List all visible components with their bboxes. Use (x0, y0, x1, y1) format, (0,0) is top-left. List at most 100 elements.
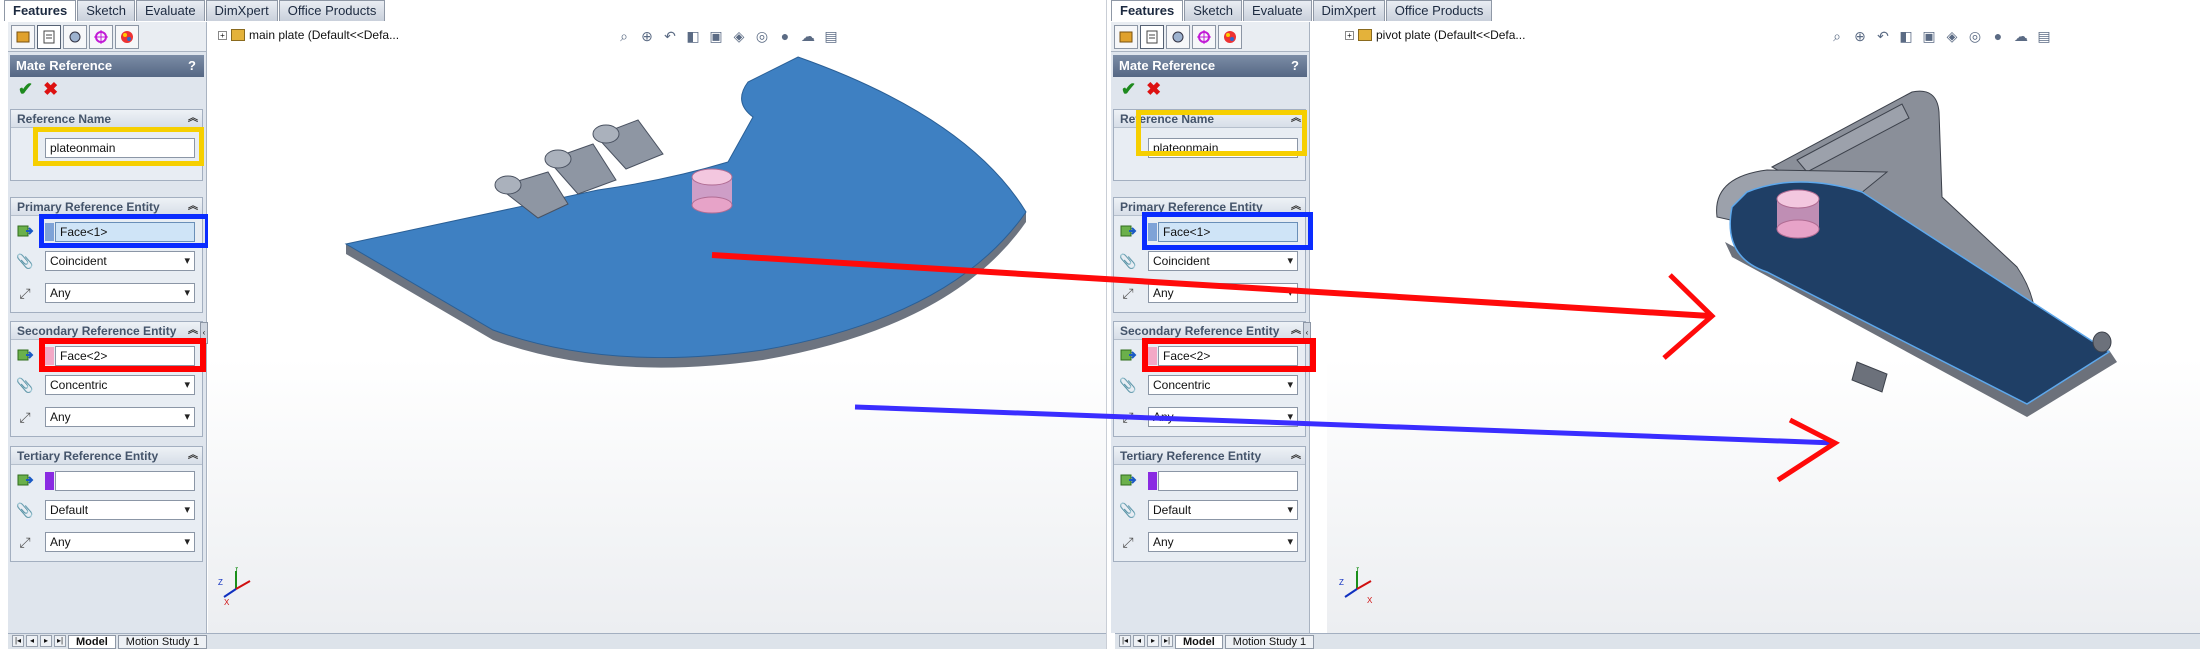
collapse-chevron-icon[interactable]: ︽ (188, 322, 198, 340)
group-header[interactable]: Reference Name ︽ (1114, 110, 1305, 128)
collapse-chevron-icon[interactable]: ︽ (1291, 198, 1301, 216)
primary-entity-field[interactable]: Face<1> (55, 222, 195, 242)
cancel-x-icon[interactable]: ✖ (1146, 79, 1161, 100)
graphics-area[interactable]: + pivot plate (Default<<Defa... ⌕ ⊕ ↶ ◧ … (1327, 22, 2200, 633)
entity-select-icon (1118, 470, 1138, 490)
cancel-x-icon[interactable]: ✖ (43, 79, 58, 100)
group-title: Tertiary Reference Entity (1120, 449, 1262, 463)
collapse-chevron-icon[interactable]: ︽ (1291, 110, 1301, 128)
pivot-plate-model[interactable] (1327, 22, 2200, 633)
last-tab-icon[interactable]: ▸| (1161, 635, 1173, 647)
selection-color-swatch (45, 472, 54, 490)
primary-entity-field[interactable]: Face<1> (1158, 222, 1298, 242)
group-title: Tertiary Reference Entity (17, 449, 159, 463)
command-manager-tabs: Features Sketch Evaluate DimXpert Office… (4, 0, 386, 21)
primary-alignment-dropdown[interactable]: Any (45, 283, 195, 303)
secondary-alignment-dropdown[interactable]: Any (1148, 407, 1298, 427)
tab-evaluate[interactable]: Evaluate (1242, 0, 1312, 21)
next-tab-icon[interactable]: ▸ (40, 635, 52, 647)
group-header[interactable]: Primary Reference Entity ︽ (11, 198, 202, 216)
last-tab-icon[interactable]: ▸| (54, 635, 66, 647)
secondary-reference-group: Secondary Reference Entity ︽ ‹ Face<2> 📎 … (1113, 321, 1316, 437)
primary-alignment-dropdown[interactable]: Any (1148, 283, 1298, 303)
tab-sketch[interactable]: Sketch (77, 0, 135, 21)
secondary-mate-type-dropdown[interactable]: Concentric (45, 375, 195, 395)
tertiary-entity-field[interactable] (55, 471, 195, 491)
panel-flyout-handle[interactable]: ‹ (1303, 322, 1311, 344)
group-header[interactable]: Tertiary Reference Entity ︽ (1114, 447, 1305, 465)
view-triad: Y Z X (216, 564, 256, 610)
help-icon[interactable]: ? (188, 55, 196, 77)
primary-mate-type-dropdown[interactable]: Coincident (1148, 251, 1298, 271)
reference-name-input[interactable]: plateonmain (1148, 138, 1298, 158)
feature-manager-icon[interactable] (1114, 24, 1138, 49)
first-tab-icon[interactable]: |◂ (12, 635, 24, 647)
secondary-alignment-dropdown[interactable]: Any (45, 407, 195, 427)
right-window: Features Sketch Evaluate DimXpert Office… (1106, 0, 2200, 649)
group-header[interactable]: Reference Name ︽ (11, 110, 202, 128)
tab-office-products[interactable]: Office Products (278, 0, 386, 21)
collapse-chevron-icon[interactable]: ︽ (188, 110, 198, 128)
tab-features[interactable]: Features (4, 0, 77, 21)
tertiary-mate-type-dropdown[interactable]: Default (1148, 500, 1298, 520)
configuration-manager-icon[interactable] (63, 24, 87, 49)
tab-motion-study[interactable]: Motion Study 1 (117, 634, 208, 649)
display-manager-icon[interactable] (1218, 24, 1242, 49)
triad-z-label: Z (218, 578, 223, 587)
display-manager-icon[interactable] (115, 24, 139, 49)
primary-mate-type-dropdown[interactable]: Coincident (45, 251, 195, 271)
tab-features[interactable]: Features (1111, 0, 1184, 21)
property-manager-icon[interactable] (1140, 24, 1164, 49)
secondary-entity-field[interactable]: Face<2> (1158, 346, 1298, 366)
entity-select-icon (15, 221, 35, 241)
help-icon[interactable]: ? (1291, 55, 1299, 77)
group-header[interactable]: Primary Reference Entity ︽ (1114, 198, 1305, 216)
command-manager-tabs: Features Sketch Evaluate DimXpert Office… (1111, 0, 1493, 21)
configuration-manager-icon[interactable] (1166, 24, 1190, 49)
collapse-chevron-icon[interactable]: ︽ (188, 447, 198, 465)
first-tab-icon[interactable]: |◂ (1119, 635, 1131, 647)
tertiary-alignment-dropdown[interactable]: Any (1148, 532, 1298, 552)
tertiary-mate-type-dropdown[interactable]: Default (45, 500, 195, 520)
alignment-icon: ⤢ (19, 284, 31, 301)
feature-manager-icon[interactable] (11, 24, 35, 49)
tab-dimxpert[interactable]: DimXpert (205, 0, 278, 21)
selected-cylinder (691, 168, 733, 214)
dimxpert-manager-icon[interactable] (89, 24, 113, 49)
ok-check-icon[interactable]: ✔ (18, 79, 33, 100)
panel-flyout-handle[interactable]: ‹ (200, 322, 208, 344)
group-header[interactable]: Secondary Reference Entity ︽ (1114, 322, 1305, 340)
tertiary-entity-field[interactable] (1158, 471, 1298, 491)
ok-cancel-bar: ✔ ✖ (1111, 77, 1309, 101)
tab-model[interactable]: Model (68, 634, 116, 649)
graphics-area[interactable]: + main plate (Default<<Defa... ⌕ ⊕ ↶ ◧ ▣… (208, 22, 1106, 633)
main-plate-model[interactable] (208, 22, 1106, 633)
ok-check-icon[interactable]: ✔ (1121, 79, 1136, 100)
tab-dimxpert[interactable]: DimXpert (1312, 0, 1385, 21)
tab-model[interactable]: Model (1175, 634, 1223, 649)
tab-office-products[interactable]: Office Products (1385, 0, 1493, 21)
collapse-chevron-icon[interactable]: ︽ (1291, 322, 1301, 340)
reference-name-group: Reference Name ︽ plateonmain (1113, 109, 1307, 181)
property-manager-icon[interactable] (37, 24, 61, 49)
secondary-mate-type-dropdown[interactable]: Concentric (1148, 375, 1298, 395)
prev-tab-icon[interactable]: ◂ (1133, 635, 1145, 647)
group-header[interactable]: Tertiary Reference Entity ︽ (11, 447, 202, 465)
selection-color-swatch (45, 223, 54, 241)
prev-tab-icon[interactable]: ◂ (26, 635, 38, 647)
dimxpert-manager-icon[interactable] (1192, 24, 1216, 49)
collapse-chevron-icon[interactable]: ︽ (188, 198, 198, 216)
group-title: Primary Reference Entity (1120, 200, 1263, 214)
alignment-icon: ⤢ (19, 408, 31, 425)
collapse-chevron-icon[interactable]: ︽ (1291, 447, 1301, 465)
tab-sketch[interactable]: Sketch (1184, 0, 1242, 21)
bottom-tab-bar: |◂ ◂ ▸ ▸| Model Motion Study 1 (8, 633, 1106, 649)
tertiary-alignment-dropdown[interactable]: Any (45, 532, 195, 552)
group-header[interactable]: Secondary Reference Entity ︽ (11, 322, 202, 340)
next-tab-icon[interactable]: ▸ (1147, 635, 1159, 647)
tab-evaluate[interactable]: Evaluate (135, 0, 205, 21)
reference-name-input[interactable]: plateonmain (45, 138, 195, 158)
secondary-entity-field[interactable]: Face<2> (55, 346, 195, 366)
entity-select-icon (15, 345, 35, 365)
tab-motion-study[interactable]: Motion Study 1 (1224, 634, 1315, 649)
